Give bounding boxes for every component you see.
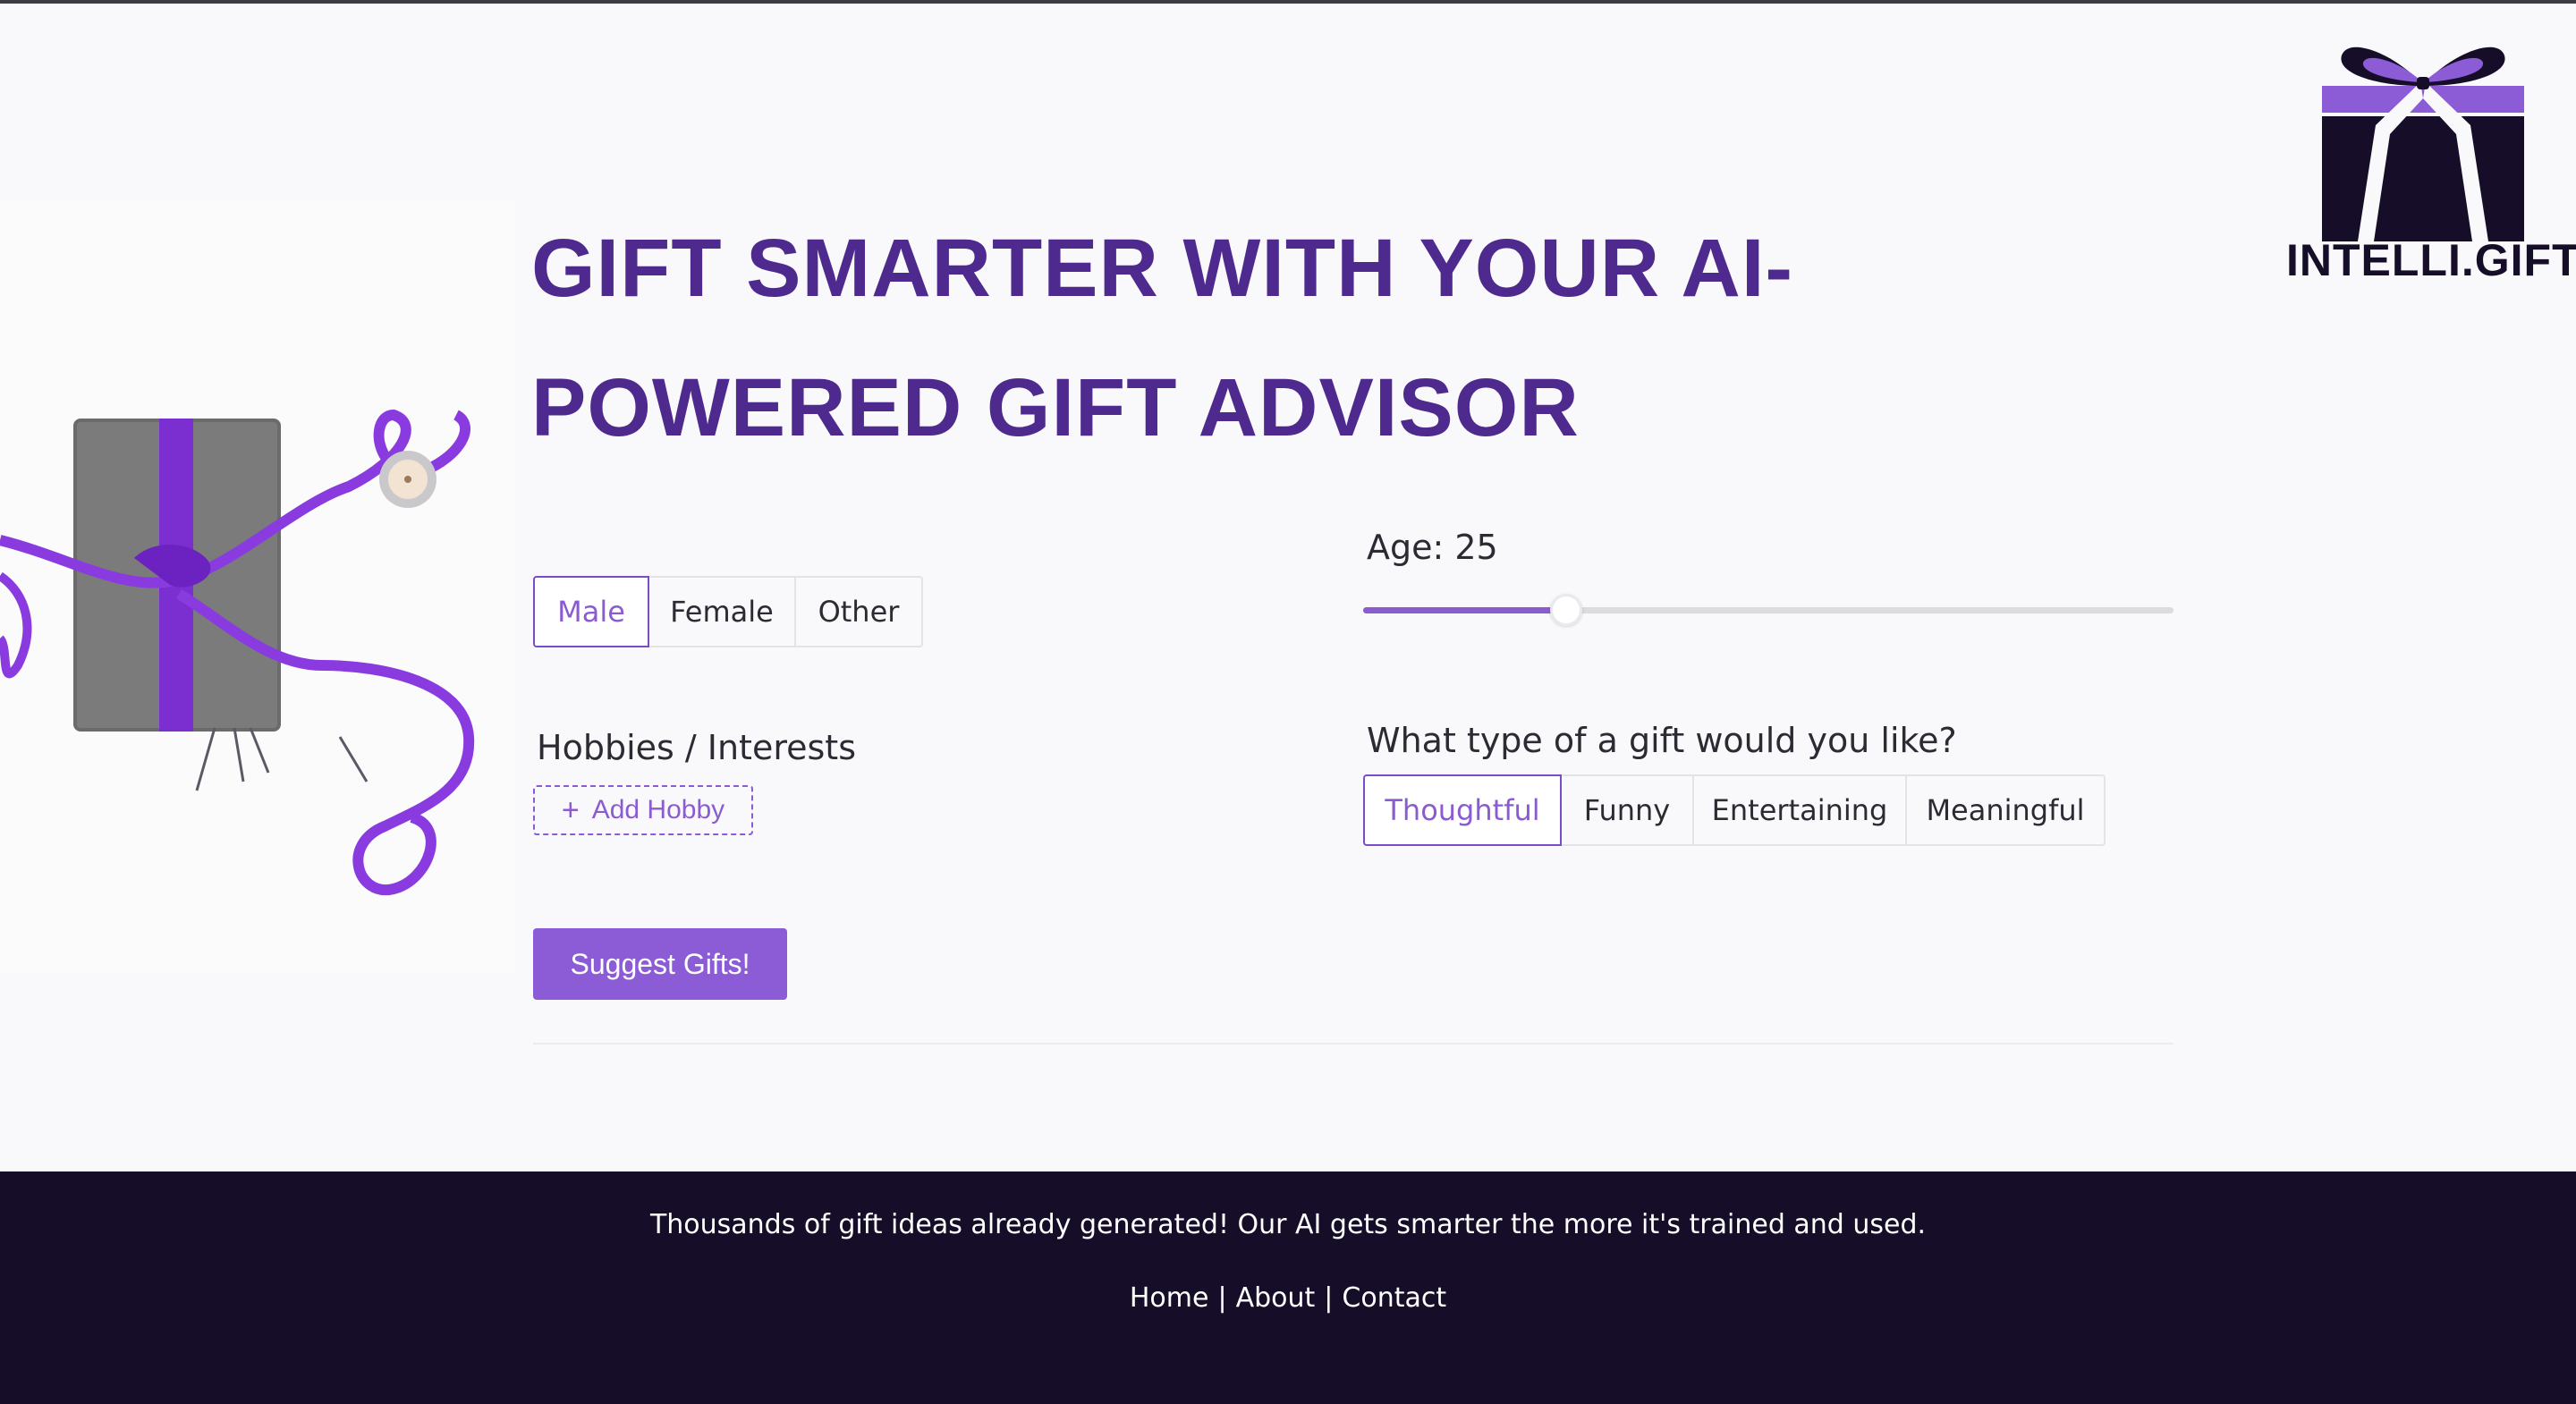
gift-box-icon bbox=[2322, 47, 2524, 241]
gift-photo bbox=[0, 200, 515, 973]
plus-icon: + bbox=[561, 793, 580, 827]
gift-type-option-entertaining[interactable]: Entertaining bbox=[1694, 774, 1907, 846]
footer-separator: | bbox=[1217, 1282, 1227, 1314]
slider-track bbox=[1363, 607, 1566, 613]
suggest-gifts-button[interactable]: Suggest Gifts! bbox=[533, 928, 787, 1000]
top-border bbox=[0, 0, 2576, 4]
divider bbox=[533, 1043, 2174, 1045]
gender-option-female[interactable]: Female bbox=[649, 576, 796, 647]
hero-image bbox=[0, 200, 515, 973]
add-hobby-label: Add Hobby bbox=[591, 795, 725, 825]
gift-type-selector: Thoughtful Funny Entertaining Meaningful bbox=[1363, 774, 2106, 846]
age-label: Age: 25 bbox=[1367, 528, 1498, 567]
page: INTELLI.GIFT GIFT SMARTER WITH YOUR AI-P… bbox=[0, 0, 2576, 1404]
gift-type-option-funny[interactable]: Funny bbox=[1562, 774, 1694, 846]
add-hobby-button[interactable]: + Add Hobby bbox=[533, 785, 753, 835]
gift-type-option-thoughtful[interactable]: Thoughtful bbox=[1363, 774, 1562, 846]
gender-option-male[interactable]: Male bbox=[533, 576, 649, 647]
gender-option-other[interactable]: Other bbox=[796, 576, 923, 647]
footer-separator: | bbox=[1324, 1282, 1334, 1314]
footer-link-contact[interactable]: Contact bbox=[1342, 1282, 1446, 1314]
gift-type-option-meaningful[interactable]: Meaningful bbox=[1907, 774, 2106, 846]
footer-tagline: Thousands of gift ideas already generate… bbox=[649, 1209, 1927, 1240]
logo[interactable]: INTELLI.GIFT bbox=[2286, 27, 2576, 295]
footer-link-home[interactable]: Home bbox=[1130, 1282, 1209, 1314]
footer-nav: Home | About | Contact bbox=[0, 1282, 2576, 1314]
footer: Thousands of gift ideas already generate… bbox=[0, 1171, 2576, 1404]
slider-handle[interactable] bbox=[1550, 594, 1582, 626]
logo-text: INTELLI.GIFT bbox=[2286, 235, 2576, 285]
gender-selector: Male Female Other bbox=[533, 576, 923, 647]
page-title: GIFT SMARTER WITH YOUR AI-POWERED GIFT A… bbox=[531, 223, 1794, 453]
hobbies-label: Hobbies / Interests bbox=[537, 728, 856, 767]
footer-link-about[interactable]: About bbox=[1236, 1282, 1316, 1314]
age-slider[interactable] bbox=[1363, 594, 2174, 626]
gift-type-label: What type of a gift would you like? bbox=[1367, 721, 1957, 760]
